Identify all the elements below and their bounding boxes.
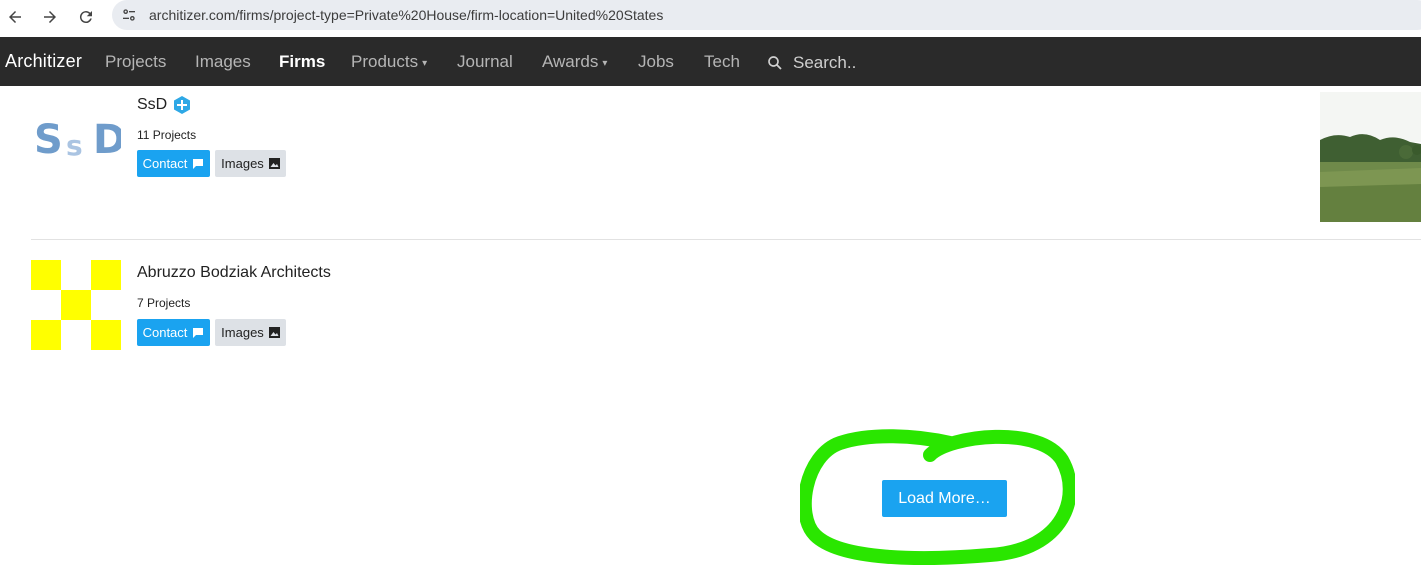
- arrow-right-icon: [44, 11, 56, 23]
- images-label: Images: [221, 156, 264, 171]
- contact-button[interactable]: Contact: [137, 319, 210, 346]
- reload-icon: [79, 11, 92, 24]
- contact-label: Contact: [142, 325, 188, 340]
- address-bar[interactable]: architizer.com/firms/project-type=Privat…: [112, 0, 1421, 30]
- nav-products[interactable]: Products ▾: [351, 52, 427, 72]
- browser-toolbar: architizer.com/firms/project-type=Privat…: [0, 0, 1421, 37]
- chat-icon: [192, 327, 204, 338]
- firm-name[interactable]: Abruzzo Bodziak Architects: [137, 264, 331, 282]
- site-info-button[interactable]: [120, 6, 138, 24]
- image-icon: [268, 327, 280, 338]
- nav-tech[interactable]: Tech: [704, 52, 740, 72]
- nav-images[interactable]: Images: [195, 52, 251, 72]
- project-thumbnail[interactable]: [1320, 92, 1421, 222]
- search-input[interactable]: [793, 53, 993, 73]
- url-text[interactable]: architizer.com/firms/project-type=Privat…: [149, 7, 663, 23]
- firm-name[interactable]: SsD: [137, 96, 167, 114]
- back-button[interactable]: [3, 5, 27, 29]
- reload-button[interactable]: [74, 5, 98, 29]
- image-icon: [268, 158, 280, 169]
- contact-button[interactable]: Contact: [137, 150, 210, 177]
- nav-products-label: Products: [351, 52, 419, 71]
- plus-hexagon-icon: [172, 95, 192, 120]
- contact-label: Contact: [142, 156, 188, 171]
- nav-firms[interactable]: Firms: [279, 52, 325, 72]
- logo-letter-s2: s: [66, 129, 83, 160]
- nav-journal[interactable]: Journal: [457, 52, 513, 72]
- site-logo[interactable]: Architizer: [5, 51, 82, 72]
- firm-logo-ssd[interactable]: S s D: [31, 108, 126, 163]
- search-box[interactable]: [766, 52, 993, 74]
- arrow-left-icon: [9, 11, 21, 23]
- nav-awards-label: Awards: [542, 52, 599, 71]
- chat-icon: [192, 158, 204, 169]
- nav-jobs[interactable]: Jobs: [638, 52, 674, 72]
- caret-down-icon: ▾: [602, 58, 608, 69]
- load-more-button[interactable]: Load More…: [882, 480, 1007, 517]
- forward-button[interactable]: [38, 5, 62, 29]
- images-button[interactable]: Images: [215, 150, 286, 177]
- logo-letter-d: D: [93, 117, 121, 160]
- site-navbar: Architizer Projects Images Firms Product…: [0, 37, 1421, 86]
- search-icon: [768, 56, 782, 70]
- logo-letter-s1: S: [34, 117, 63, 160]
- nav-projects[interactable]: Projects: [105, 52, 166, 72]
- firm-logo-abruzzo-bodziak[interactable]: [31, 260, 121, 350]
- row-divider: [31, 239, 1421, 240]
- tune-icon: [123, 9, 135, 21]
- images-button[interactable]: Images: [215, 319, 286, 346]
- firm-project-count: 11 Projects: [137, 128, 197, 142]
- firm-project-count: 7 Projects: [137, 296, 191, 310]
- nav-awards[interactable]: Awards ▾: [542, 52, 607, 72]
- caret-down-icon: ▾: [422, 58, 428, 69]
- images-label: Images: [221, 325, 264, 340]
